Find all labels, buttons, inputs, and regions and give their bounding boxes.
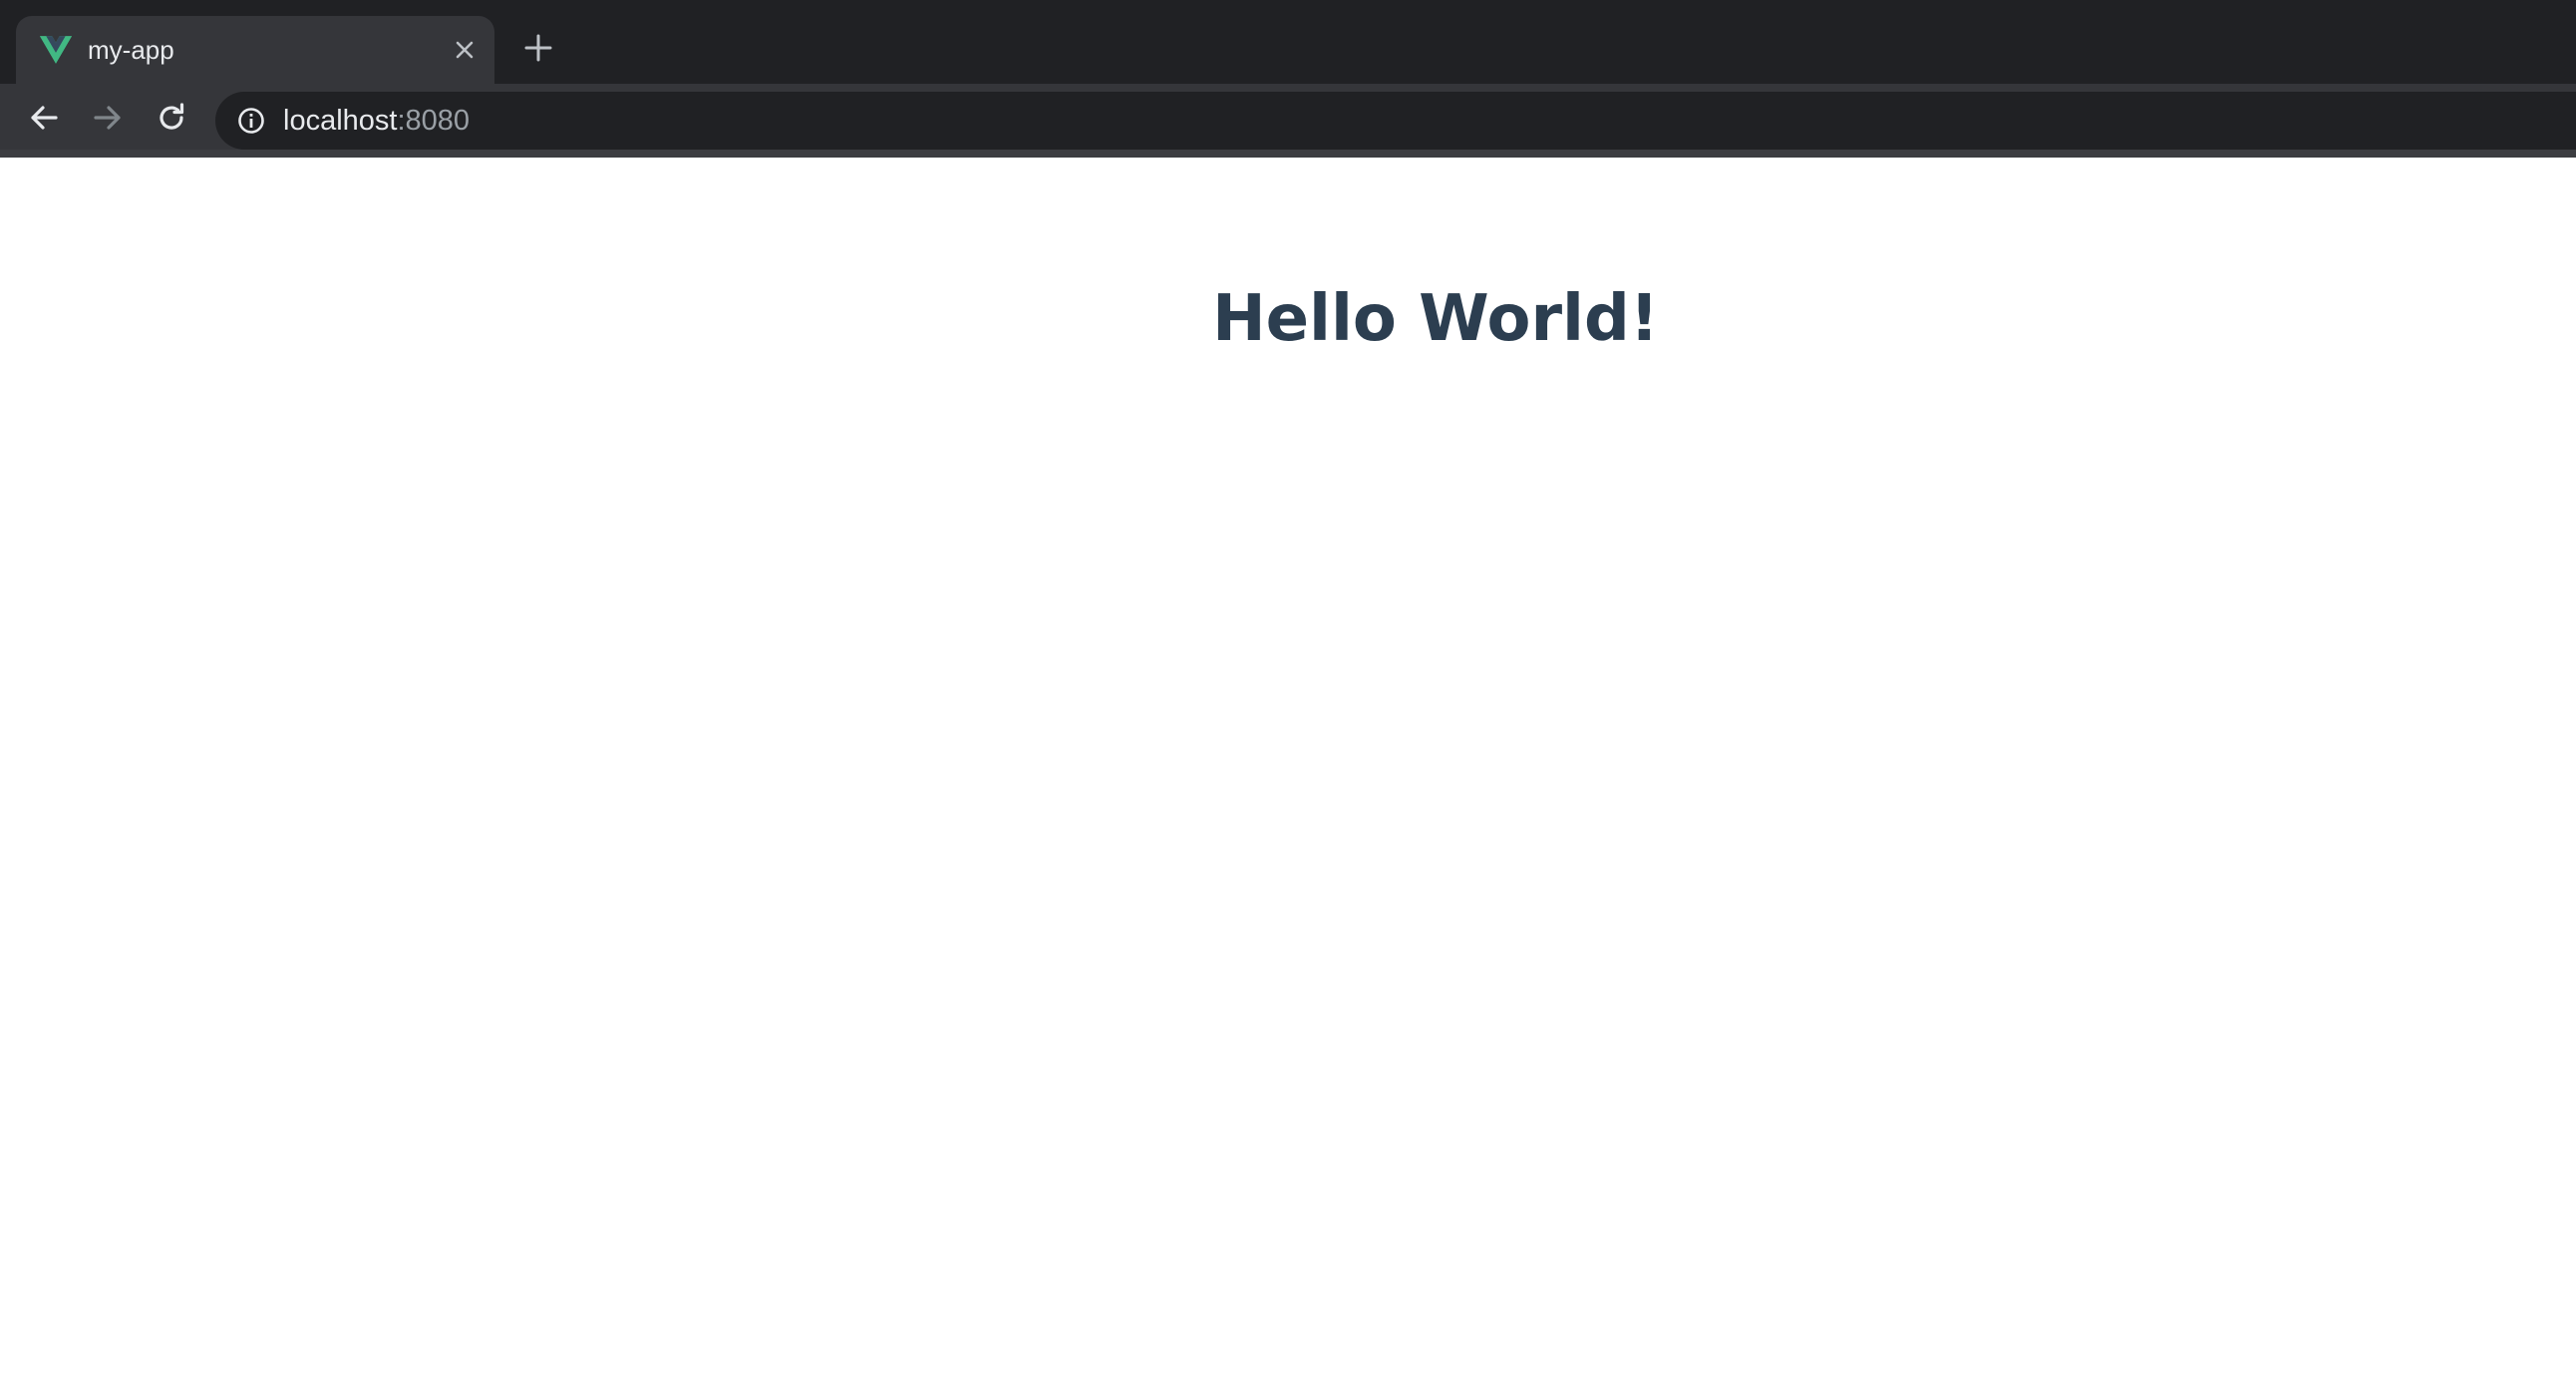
browser-toolbar: localhost:8080 bbox=[0, 84, 2576, 158]
toolbar-divider bbox=[0, 150, 2576, 158]
forward-button[interactable] bbox=[86, 98, 130, 142]
url-port: :8080 bbox=[397, 105, 471, 137]
browser-window: my-app localhost:8080 Hello World! bbox=[0, 0, 2576, 1378]
reload-icon bbox=[156, 102, 187, 139]
info-icon[interactable] bbox=[235, 105, 267, 137]
plus-icon bbox=[524, 34, 552, 67]
page-viewport: Hello World! bbox=[0, 158, 2576, 1378]
tab-title: my-app bbox=[88, 35, 174, 65]
arrow-left-icon bbox=[28, 102, 60, 139]
vue-logo-icon bbox=[40, 36, 72, 64]
tab-my-app[interactable]: my-app bbox=[16, 16, 494, 84]
url-text: localhost:8080 bbox=[283, 104, 470, 138]
close-icon[interactable] bbox=[449, 34, 481, 66]
address-bar[interactable]: localhost:8080 bbox=[215, 92, 2576, 150]
new-tab-button[interactable] bbox=[518, 30, 558, 70]
url-host: localhost bbox=[283, 105, 398, 137]
tab-strip: my-app bbox=[0, 0, 2576, 84]
reload-button[interactable] bbox=[150, 98, 193, 142]
page-heading: Hello World! bbox=[1212, 282, 1659, 356]
back-button[interactable] bbox=[22, 98, 66, 142]
arrow-right-icon bbox=[92, 102, 124, 139]
